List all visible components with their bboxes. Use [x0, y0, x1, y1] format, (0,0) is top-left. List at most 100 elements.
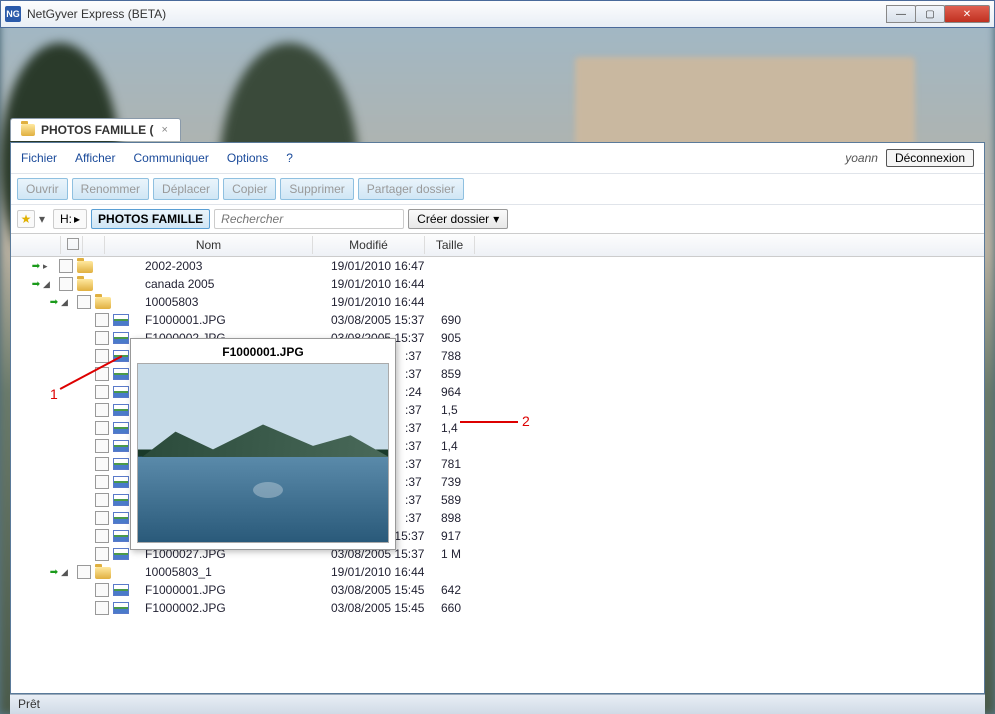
chevron-down-icon: ▾ — [493, 212, 499, 226]
row-checkbox[interactable] — [95, 367, 109, 381]
image-file-icon — [113, 404, 129, 416]
preview-title: F1000001.JPG — [137, 345, 389, 363]
col-nom[interactable]: Nom — [105, 236, 313, 254]
tab-close-icon[interactable]: × — [159, 124, 169, 136]
file-row[interactable]: F1000001.JPG03/08/2005 15:37690 — [11, 311, 984, 329]
row-checkbox[interactable] — [95, 439, 109, 453]
file-modified-tail: :37 — [405, 511, 422, 525]
file-size: 642 — [441, 583, 461, 597]
preview-thumbnail — [137, 363, 389, 543]
row-checkbox[interactable] — [95, 583, 109, 597]
maximize-button[interactable]: ▢ — [915, 5, 945, 23]
close-button[interactable]: ✕ — [944, 5, 990, 23]
tool-partager[interactable]: Partager dossier — [358, 178, 464, 200]
folder-row[interactable]: ➡◢10005803_119/01/2010 16:44 — [11, 563, 984, 581]
row-checkbox[interactable] — [95, 511, 109, 525]
row-checkbox[interactable] — [77, 565, 91, 579]
menu-bar: Fichier Afficher Communiquer Options ? y… — [11, 143, 984, 174]
file-name: 2002-2003 — [145, 259, 202, 273]
file-name: canada 2005 — [145, 277, 214, 291]
breadcrumb-root[interactable]: H:▸ — [53, 209, 87, 229]
file-modified-tail: :37 — [405, 349, 422, 363]
image-file-icon — [113, 422, 129, 434]
col-taille[interactable]: Taille — [425, 236, 475, 254]
col-modifie[interactable]: Modifié — [313, 236, 425, 254]
create-folder-button[interactable]: Créer dossier▾ — [408, 209, 508, 229]
row-checkbox[interactable] — [95, 313, 109, 327]
folder-icon — [77, 261, 93, 273]
breadcrumb-current[interactable]: PHOTOS FAMILLE — [91, 209, 210, 229]
menu-options[interactable]: Options — [227, 151, 268, 165]
row-checkbox[interactable] — [95, 331, 109, 345]
file-row[interactable]: F1000002.JPG03/08/2005 15:45660 — [11, 599, 984, 617]
folder-icon — [77, 279, 93, 291]
image-file-icon — [113, 332, 129, 344]
row-checkbox[interactable] — [95, 349, 109, 363]
row-checkbox[interactable] — [95, 601, 109, 615]
tool-supprimer[interactable]: Supprimer — [280, 178, 353, 200]
breadcrumb-bar: ★ ▾ H:▸ PHOTOS FAMILLE Créer dossier▾ — [11, 205, 984, 233]
file-size: 1,4 — [441, 439, 458, 453]
dropdown-icon[interactable]: ▾ — [39, 212, 49, 226]
tool-deplacer[interactable]: Déplacer — [153, 178, 219, 200]
file-row[interactable]: F1000001.JPG03/08/2005 15:45642 — [11, 581, 984, 599]
image-file-icon — [113, 314, 129, 326]
title-bar[interactable]: NG NetGyver Express (BETA) — ▢ ✕ — [0, 0, 995, 28]
tab-photos-famille[interactable]: PHOTOS FAMILLE ( × — [10, 118, 181, 141]
window-title: NetGyver Express (BETA) — [27, 7, 166, 21]
minimize-button[interactable]: — — [886, 5, 916, 23]
row-checkbox[interactable] — [95, 529, 109, 543]
tool-copier[interactable]: Copier — [223, 178, 276, 200]
file-size: 1,5 — [441, 403, 458, 417]
folder-icon — [95, 567, 111, 579]
row-checkbox[interactable] — [95, 403, 109, 417]
file-size: 739 — [441, 475, 461, 489]
expand-toggle[interactable]: ◢ — [43, 279, 55, 290]
image-file-icon — [113, 386, 129, 398]
folder-row[interactable]: ➡◢1000580319/01/2010 16:44 — [11, 293, 984, 311]
image-preview-tooltip: F1000001.JPG — [130, 338, 396, 550]
menu-help[interactable]: ? — [286, 151, 293, 165]
menu-afficher[interactable]: Afficher — [75, 151, 115, 165]
select-all-checkbox[interactable] — [67, 238, 79, 250]
row-checkbox[interactable] — [95, 475, 109, 489]
file-name: 10005803_1 — [145, 565, 212, 579]
file-modified: 03/08/2005 15:45 — [331, 583, 424, 597]
tab-label: PHOTOS FAMILLE ( — [41, 123, 153, 137]
row-checkbox[interactable] — [95, 385, 109, 399]
file-size: 917 — [441, 529, 461, 543]
file-modified-tail: :37 — [405, 457, 422, 471]
image-file-icon — [113, 548, 129, 560]
row-checkbox[interactable] — [95, 457, 109, 471]
file-size: 964 — [441, 385, 461, 399]
folder-row[interactable]: ➡◢canada 200519/01/2010 16:44 — [11, 275, 984, 293]
row-checkbox[interactable] — [77, 295, 91, 309]
file-modified: 03/08/2005 15:45 — [331, 601, 424, 615]
expand-toggle[interactable]: ▸ — [43, 261, 55, 272]
row-checkbox[interactable] — [95, 493, 109, 507]
expand-toggle[interactable]: ◢ — [61, 567, 73, 578]
search-input[interactable] — [214, 209, 404, 229]
row-checkbox[interactable] — [59, 277, 73, 291]
file-modified-tail: :37 — [405, 439, 422, 453]
tool-ouvrir[interactable]: Ouvrir — [17, 178, 68, 200]
image-file-icon — [113, 368, 129, 380]
logout-button[interactable]: Déconnexion — [886, 149, 974, 167]
row-checkbox[interactable] — [59, 259, 73, 273]
tool-renommer[interactable]: Renommer — [72, 178, 149, 200]
expand-toggle[interactable]: ◢ — [61, 297, 73, 308]
file-size: 781 — [441, 457, 461, 471]
sync-arrow-icon: ➡ — [29, 279, 43, 290]
image-file-icon — [113, 458, 129, 470]
image-file-icon — [113, 530, 129, 542]
sync-arrow-icon: ➡ — [47, 297, 61, 308]
folder-row[interactable]: ➡▸2002-200319/01/2010 16:47 — [11, 257, 984, 275]
menu-communiquer[interactable]: Communiquer — [133, 151, 208, 165]
row-checkbox[interactable] — [95, 421, 109, 435]
image-file-icon — [113, 512, 129, 524]
action-toolbar: Ouvrir Renommer Déplacer Copier Supprime… — [11, 174, 984, 205]
menu-fichier[interactable]: Fichier — [21, 151, 57, 165]
image-file-icon — [113, 476, 129, 488]
favorite-button[interactable]: ★ — [17, 210, 35, 228]
row-checkbox[interactable] — [95, 547, 109, 561]
